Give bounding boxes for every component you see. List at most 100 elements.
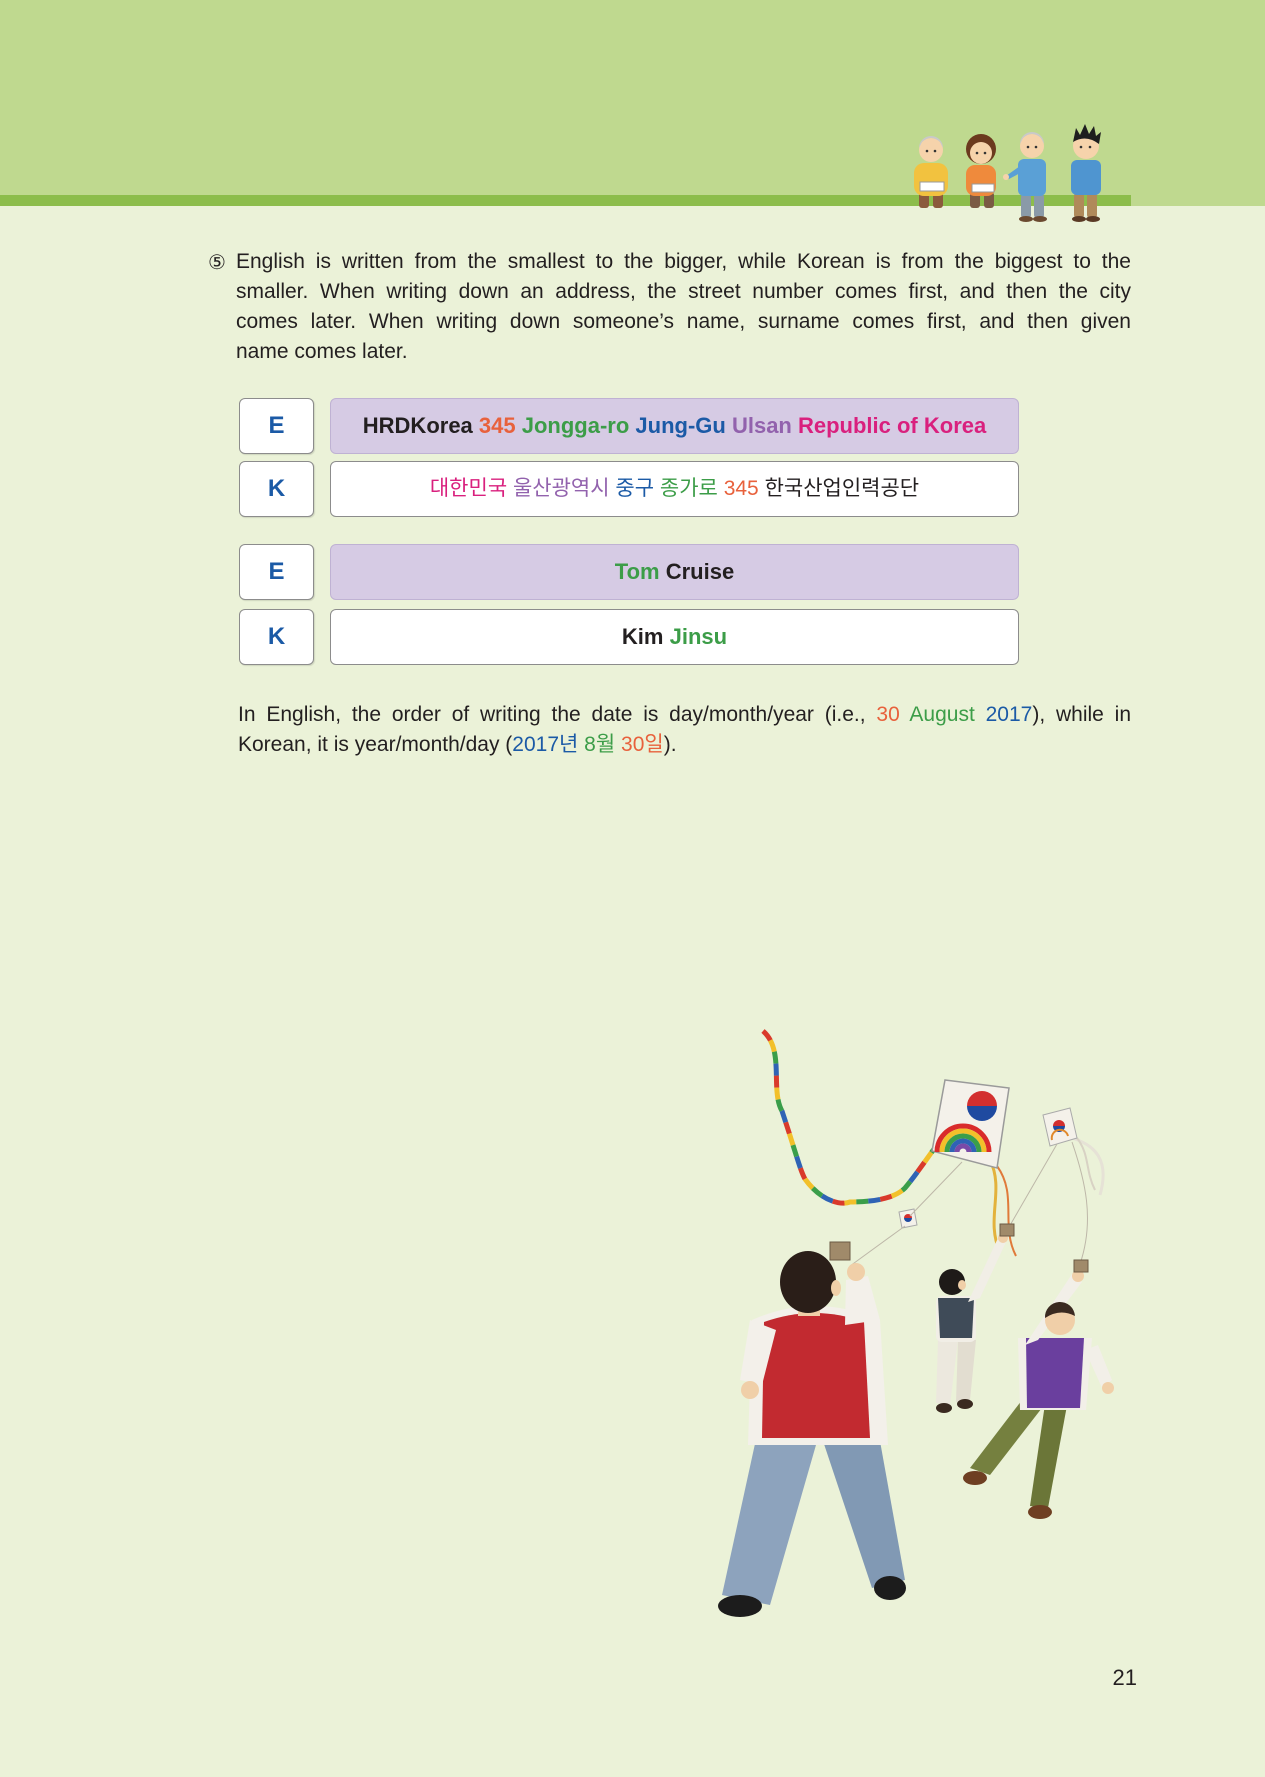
address-korean-value: 대한민국 울산광역시 중구 종가로 345 한국산업인력공단 <box>330 461 1019 517</box>
person-man-standing <box>1071 124 1101 222</box>
kite-tail <box>761 1029 948 1206</box>
shirt <box>1071 160 1101 195</box>
shoe <box>874 1576 906 1600</box>
address-segment-organization: 한국산업인력공단 <box>758 477 920 500</box>
ear <box>831 1280 841 1296</box>
kite-reel <box>829 1241 851 1261</box>
page-number: 21 <box>1112 1665 1137 1690</box>
shoe <box>1086 216 1100 222</box>
legs <box>1087 193 1097 218</box>
shoe <box>1033 216 1047 222</box>
date-day: 30 <box>876 703 900 726</box>
person-woman-seated <box>966 134 996 208</box>
eye <box>983 151 987 155</box>
name-korean-row: K Kim Jinsu <box>239 609 1019 665</box>
person-elder-man-standing <box>1003 132 1047 222</box>
address-english-value: HRDKorea 345 Jongga-ro Jung-Gu Ulsan Rep… <box>330 398 1019 454</box>
person-elder-man-seated <box>914 136 948 208</box>
note-line: Korean, it is year/month/day (2017년 8월 3… <box>238 730 1131 760</box>
string <box>1071 1141 1088 1265</box>
shoe <box>1019 216 1033 222</box>
note-text: In English, the order of writing the dat… <box>238 703 877 726</box>
kite-reel <box>1073 1259 1089 1273</box>
address-english-row: E HRDKorea 345 Jongga-ro Jung-Gu Ulsan R… <box>239 398 1019 454</box>
legs <box>1034 194 1044 218</box>
address-segment-district: Jung-Gu <box>629 413 726 438</box>
pants-leg <box>936 1340 958 1405</box>
arm-raised <box>968 1238 1006 1302</box>
face <box>970 142 992 164</box>
address-segment-city: 울산광역시 <box>507 477 610 500</box>
date-year: 2017년 <box>512 733 579 756</box>
note-line: In English, the order of writing the dat… <box>238 700 1131 730</box>
pants-leg <box>722 1430 818 1605</box>
shoe <box>1028 1505 1052 1519</box>
kite-flying-illustration <box>718 1029 1114 1617</box>
shoe <box>963 1471 987 1485</box>
arm-raised <box>845 1276 880 1325</box>
book <box>919 181 945 192</box>
address-segment-city: Ulsan <box>725 413 792 438</box>
eye <box>975 151 979 155</box>
note-text: ). <box>663 733 677 756</box>
date-month: 8월 <box>578 733 616 756</box>
jacket <box>1018 159 1046 196</box>
eye <box>1026 145 1030 149</box>
item-number-marker: ⑤ <box>208 250 226 274</box>
note-text: ), while in <box>1032 703 1131 726</box>
eye <box>1079 145 1083 149</box>
people-illustration <box>914 124 1101 222</box>
big-kite <box>931 1079 1010 1169</box>
hand <box>847 1263 865 1281</box>
name-korean-value: Kim Jinsu <box>330 609 1019 665</box>
address-segment-country: Republic of Korea <box>791 413 987 438</box>
address-segment-number: 345 <box>717 477 759 500</box>
intro-line: English is written from the smallest to … <box>236 250 1131 273</box>
boy-red-vest <box>718 1241 906 1617</box>
address-segment-number: 345 <box>472 413 516 438</box>
hand <box>741 1381 759 1399</box>
name-segment-surname: Kim <box>621 624 664 649</box>
hand <box>1003 174 1009 180</box>
boy-dark-vest <box>936 1223 1015 1413</box>
pants-leg <box>970 1400 1045 1475</box>
string <box>1004 1143 1058 1235</box>
page: { "colors": { "page_background": "#ebf2d… <box>0 0 1265 1777</box>
shoe <box>718 1595 762 1617</box>
legs <box>1074 193 1084 218</box>
language-label-korean: K <box>239 609 314 665</box>
small-kite-right <box>1042 1107 1105 1196</box>
intro-line: smaller. When writing down an address, t… <box>236 280 1131 303</box>
name-segment-given: Tom <box>614 559 660 584</box>
pants-leg <box>820 1430 905 1588</box>
eye <box>1034 145 1038 149</box>
name-english-row: E Tom Cruise <box>239 544 1019 600</box>
ear <box>958 1280 966 1290</box>
shoe <box>936 1403 952 1413</box>
head <box>780 1251 836 1313</box>
eye <box>925 149 929 153</box>
face <box>1020 134 1044 158</box>
face <box>919 138 943 162</box>
intro-line: comes later. When writing down someone’s… <box>236 310 1131 333</box>
kite-body <box>931 1079 1010 1169</box>
tail-red <box>761 1029 948 1206</box>
date-month: August <box>899 703 975 726</box>
name-segment-given: Jinsu <box>663 624 728 649</box>
address-segment-district: 중구 <box>609 477 655 500</box>
boy-purple-vest <box>963 1259 1114 1519</box>
language-label-english: E <box>239 398 314 454</box>
address-segment-street: Jongga-ro <box>515 413 630 438</box>
string <box>849 1225 906 1267</box>
vest <box>762 1313 870 1438</box>
language-label-english: E <box>239 544 314 600</box>
eye <box>933 149 937 153</box>
note-text: Korean, it is year/month/day ( <box>238 733 513 756</box>
language-label-korean: K <box>239 461 314 517</box>
address-segment-street: 종가로 <box>654 477 718 500</box>
kite-streamer <box>1076 1137 1096 1191</box>
vest <box>938 1298 974 1338</box>
intro-line: name comes later. <box>236 340 408 363</box>
shoe <box>957 1399 973 1409</box>
vest <box>1026 1338 1084 1408</box>
